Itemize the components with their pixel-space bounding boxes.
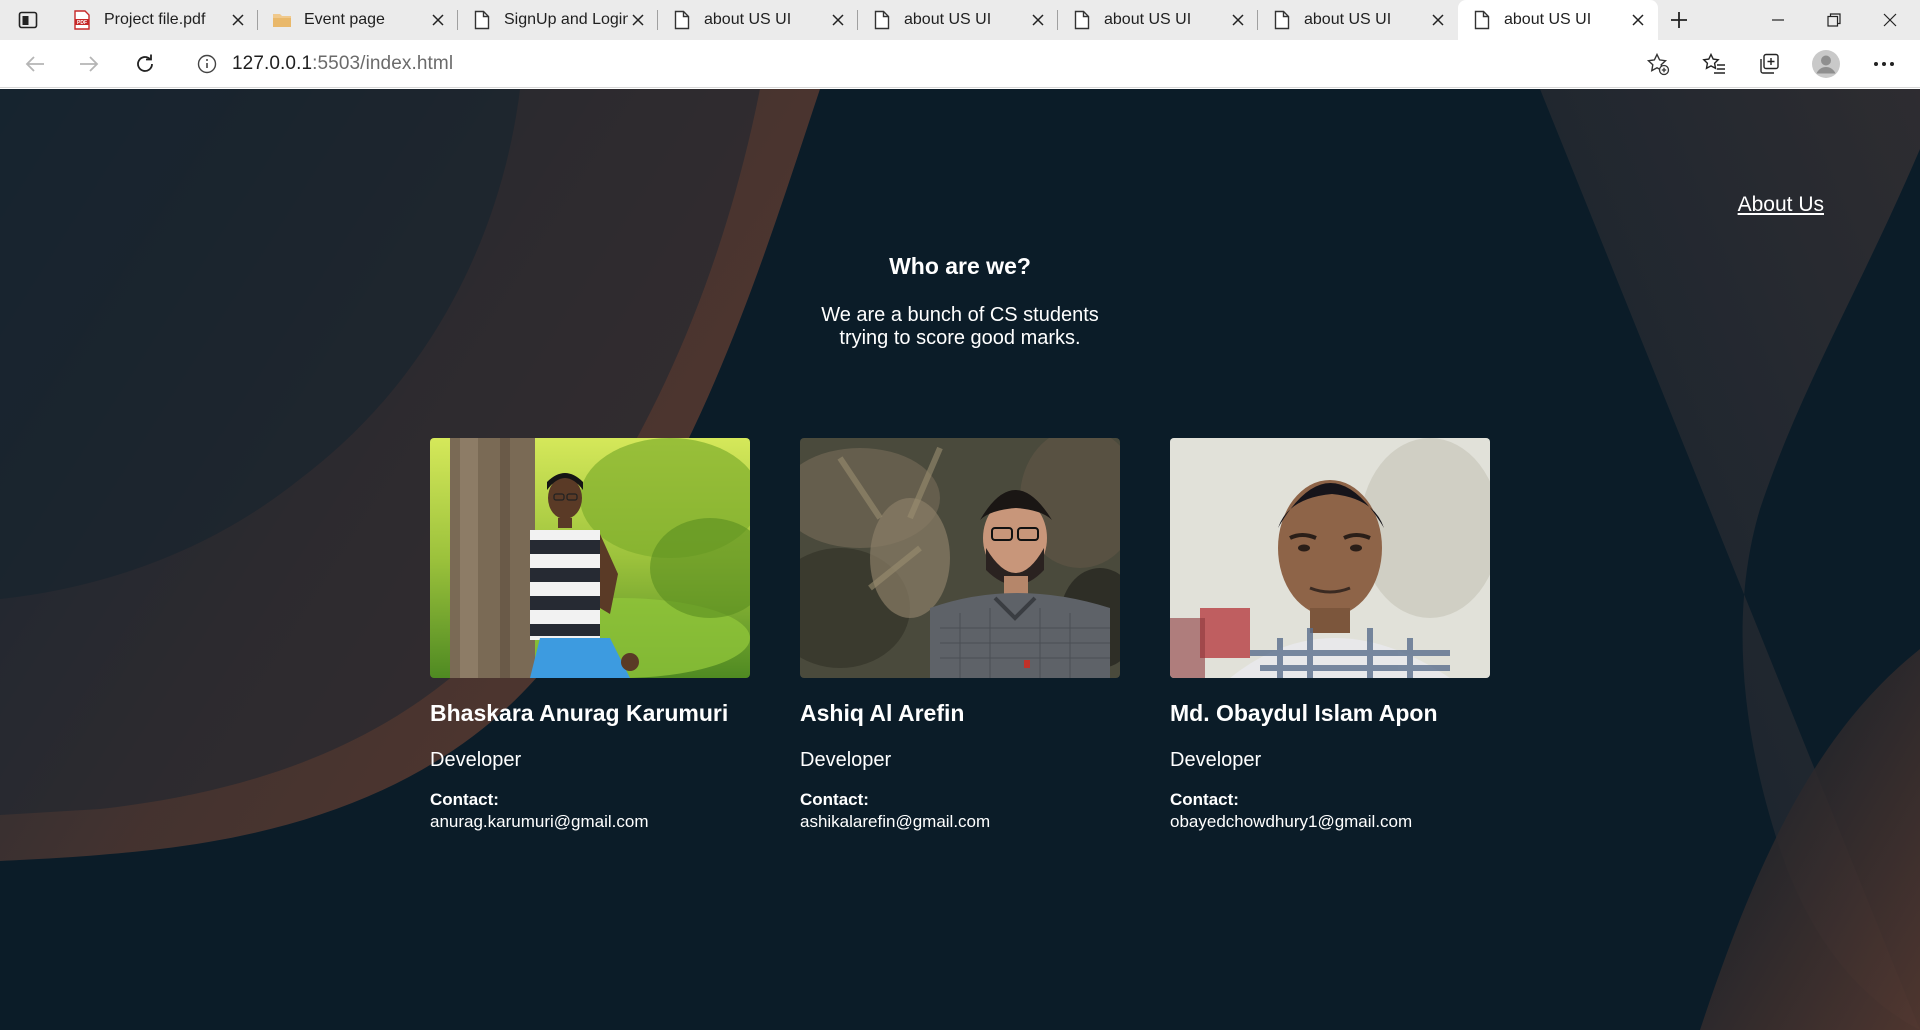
member-name: Ashiq Al Arefin <box>800 700 965 726</box>
collections-icon <box>1760 53 1779 74</box>
tab-actions-icon <box>18 11 38 29</box>
tab-title: Event page <box>304 11 385 28</box>
page-icon <box>872 10 892 30</box>
svg-text:PDF: PDF <box>77 20 87 26</box>
forward-arrow-icon <box>80 56 99 72</box>
plus-icon <box>1671 12 1687 28</box>
favorites-button[interactable] <box>1698 48 1730 80</box>
tab-title: about US UI <box>1304 11 1392 28</box>
tab-title: SignUp and Login <box>504 11 628 28</box>
page-icon <box>1072 10 1092 30</box>
team-member-card: Bhaskara Anurag Karumuri Developer Conta… <box>430 438 750 832</box>
close-icon[interactable] <box>1628 10 1648 30</box>
forward-button[interactable] <box>72 48 106 80</box>
member-role: Developer <box>430 749 522 771</box>
member-email: obayedchowdhury1@gmail.com <box>1170 812 1413 831</box>
more-dots-icon <box>1874 62 1894 66</box>
page-icon <box>1472 10 1492 30</box>
add-favorite-star-icon[interactable] <box>1646 52 1670 76</box>
restore-icon <box>1827 13 1841 27</box>
browser-tab-strip: PDF Project file.pdf Event page SignUp a… <box>0 0 1920 40</box>
tab-5[interactable]: about US UI <box>858 0 1058 40</box>
address-bar[interactable]: 127.0.0.1:5503/index.html <box>180 46 1680 82</box>
new-tab-button[interactable] <box>1664 6 1694 34</box>
tab-2[interactable]: Event page <box>258 0 458 40</box>
tab-3[interactable]: SignUp and Login <box>458 0 658 40</box>
tab-title: about US UI <box>1504 11 1592 28</box>
member-name: Bhaskara Anurag Karumuri <box>430 700 729 726</box>
tab-8-active[interactable]: about US UI <box>1458 0 1658 40</box>
close-icon[interactable] <box>1428 10 1448 30</box>
tab-actions-menu-button[interactable] <box>14 8 42 32</box>
tab-6[interactable]: about US UI <box>1058 0 1258 40</box>
close-icon[interactable] <box>628 10 648 30</box>
back-arrow-icon <box>25 56 44 72</box>
close-icon <box>1883 13 1897 27</box>
team-member-card: Ashiq Al Arefin Developer Contact: ashik… <box>800 438 1120 832</box>
member-photo <box>800 438 1120 678</box>
close-icon[interactable] <box>828 10 848 30</box>
avatar-icon <box>1812 50 1840 78</box>
contact-label: Contact: <box>1170 790 1239 809</box>
page-icon <box>1272 10 1292 30</box>
favorites-list-icon <box>1702 52 1725 74</box>
browser-toolbar: 127.0.0.1:5503/index.html <box>0 40 1920 88</box>
site-info-icon[interactable] <box>196 53 218 75</box>
close-icon[interactable] <box>428 10 448 30</box>
tab-title: Project file.pdf <box>104 11 206 28</box>
restore-button[interactable] <box>1806 0 1862 40</box>
profile-button[interactable] <box>1810 48 1842 80</box>
team-grid: Bhaskara Anurag Karumuri Developer Conta… <box>430 438 1490 838</box>
url-host: 127.0.0.1 <box>232 53 313 74</box>
member-photo <box>430 438 750 678</box>
refresh-button[interactable] <box>128 48 162 80</box>
tab-7[interactable]: about US UI <box>1258 0 1458 40</box>
contact-label: Contact: <box>430 790 499 809</box>
pdf-icon: PDF <box>72 10 92 30</box>
settings-menu-button[interactable] <box>1868 48 1900 80</box>
refresh-icon <box>137 54 153 72</box>
close-icon[interactable] <box>1028 10 1048 30</box>
page-heading: Who are we? <box>889 253 1031 279</box>
close-icon[interactable] <box>1228 10 1248 30</box>
minimize-button[interactable] <box>1750 0 1806 40</box>
member-name: Md. Obaydul Islam Apon <box>1170 700 1438 726</box>
tab-1[interactable]: PDF Project file.pdf <box>58 0 258 40</box>
team-member-card: Md. Obaydul Islam Apon Developer Contact… <box>1170 438 1490 832</box>
close-window-button[interactable] <box>1862 0 1918 40</box>
page-icon <box>672 10 692 30</box>
member-role: Developer <box>1170 749 1262 771</box>
tab-title: about US UI <box>904 11 992 28</box>
intro-text: We are a bunch of CS students trying to … <box>821 304 1099 349</box>
tab-4[interactable]: about US UI <box>658 0 858 40</box>
member-email: anurag.karumuri@gmail.com <box>430 812 649 831</box>
page-icon <box>472 10 492 30</box>
minimize-icon <box>1772 19 1784 21</box>
member-role: Developer <box>800 749 892 771</box>
nav-about-us-link[interactable]: About Us <box>1738 193 1824 217</box>
member-photo <box>1170 438 1490 678</box>
member-email: ashikalarefin@gmail.com <box>800 812 991 831</box>
about-us-page: About Us Who are we? We are a bunch of C… <box>0 89 1920 1030</box>
close-icon[interactable] <box>228 10 248 30</box>
hero-section: Who are we? We are a bunch of CS student… <box>760 253 1160 350</box>
tab-title: about US UI <box>1104 11 1192 28</box>
back-button[interactable] <box>18 48 52 80</box>
collections-button[interactable] <box>1753 48 1785 80</box>
url-path: :5503/index.html <box>312 53 454 74</box>
folder-icon <box>272 10 292 30</box>
url-text[interactable]: 127.0.0.1:5503/index.html <box>232 53 453 75</box>
contact-label: Contact: <box>800 790 869 809</box>
tab-title: about US UI <box>704 11 792 28</box>
